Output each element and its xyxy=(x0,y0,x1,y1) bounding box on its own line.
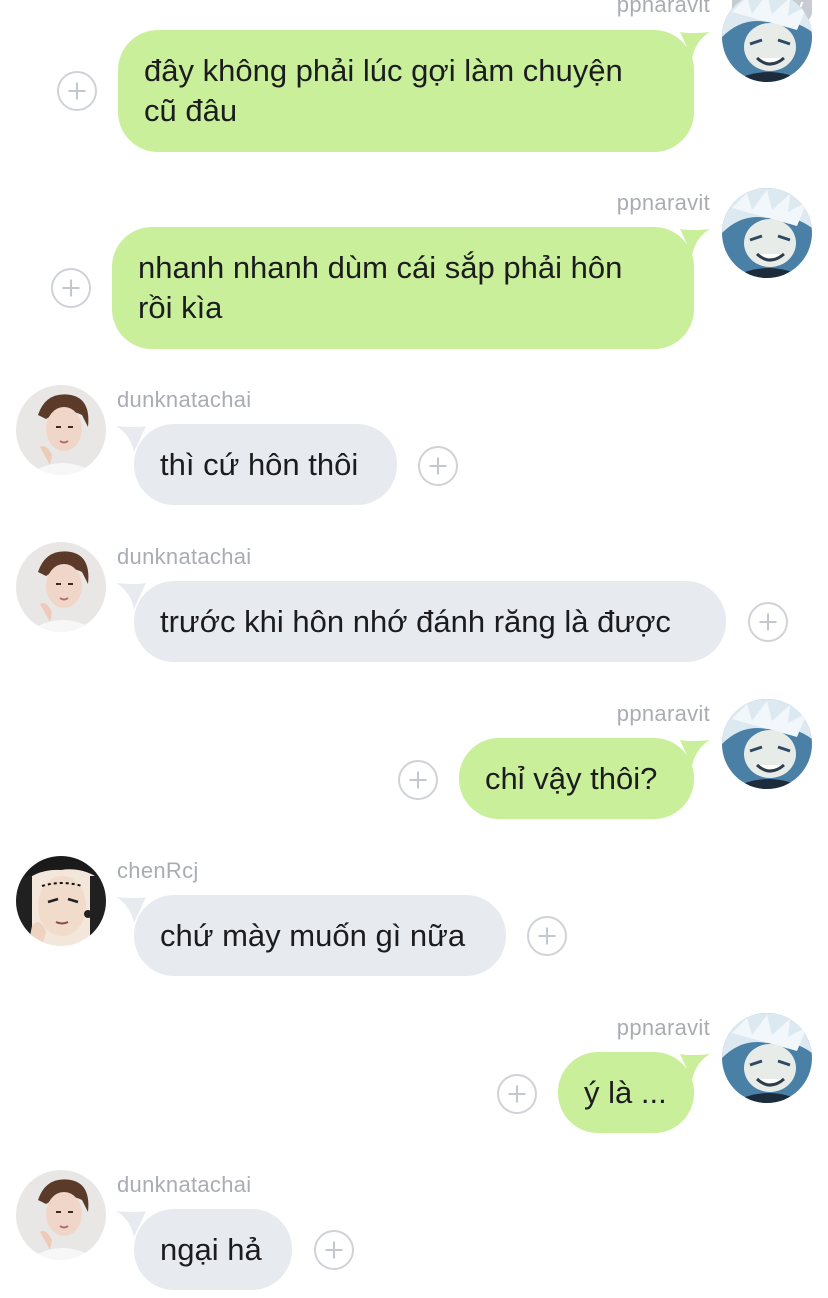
sender-name: dunknatachai xyxy=(117,387,252,412)
sender-name: ppnaravit xyxy=(616,1015,710,1040)
message-bubble[interactable]: trước khi hôn nhớ đánh răng là được xyxy=(134,581,726,662)
message-bubble[interactable]: đây không phải lúc gợi làm chuyện cũ đâu xyxy=(118,30,694,152)
sender-name: ppnaravit xyxy=(616,190,710,215)
message-line: cũ đâu xyxy=(144,93,238,128)
message-bubble[interactable]: nhanh nhanh dùm cái sắp phải hôn rồi kìa xyxy=(112,227,694,349)
avatar[interactable] xyxy=(722,0,812,82)
plus-circle-icon[interactable] xyxy=(51,268,91,308)
sender-name: dunknatachai xyxy=(117,1172,252,1197)
sender-name: ppnaravit xyxy=(616,0,710,17)
plus-circle-icon[interactable] xyxy=(527,916,567,956)
message-bubble[interactable]: chứ mày muốn gì nữa xyxy=(134,895,506,976)
message-line: ngại hả xyxy=(160,1232,262,1267)
sender-name: ppnaravit xyxy=(616,701,710,726)
plus-circle-icon[interactable] xyxy=(748,602,788,642)
message-bubble[interactable]: thì cứ hôn thôi xyxy=(134,424,397,505)
avatar[interactable] xyxy=(16,385,106,475)
message-line: chứ mày muốn gì nữa xyxy=(160,918,466,953)
message-line: chỉ vậy thôi? xyxy=(485,761,658,796)
avatar[interactable] xyxy=(722,188,812,278)
sender-name: dunknatachai xyxy=(117,544,252,569)
message-line: nhanh nhanh dùm cái sắp phải hôn xyxy=(138,250,623,285)
avatar[interactable] xyxy=(16,1170,106,1260)
avatar[interactable] xyxy=(16,856,106,946)
sender-name: chenRcj xyxy=(117,858,199,883)
message-line: đây không phải lúc gợi làm chuyện xyxy=(144,53,623,88)
plus-circle-icon[interactable] xyxy=(418,446,458,486)
plus-circle-icon[interactable] xyxy=(398,760,438,800)
message-line: ý là ... xyxy=(584,1075,667,1110)
message-line: thì cứ hôn thôi xyxy=(160,447,359,482)
message-bubble[interactable]: ý là ... xyxy=(558,1052,694,1133)
message-bubble[interactable]: ngại hả xyxy=(134,1209,292,1290)
plus-circle-icon[interactable] xyxy=(314,1230,354,1270)
message-bubble[interactable]: chỉ vậy thôi? xyxy=(459,738,694,819)
message-line: trước khi hôn nhớ đánh răng là được xyxy=(160,604,671,639)
avatar[interactable] xyxy=(16,542,106,632)
plus-circle-icon[interactable] xyxy=(497,1074,537,1114)
plus-circle-icon[interactable] xyxy=(57,71,97,111)
message-line: rồi kìa xyxy=(138,290,223,325)
avatar[interactable] xyxy=(722,1013,812,1103)
avatar[interactable] xyxy=(722,699,812,789)
